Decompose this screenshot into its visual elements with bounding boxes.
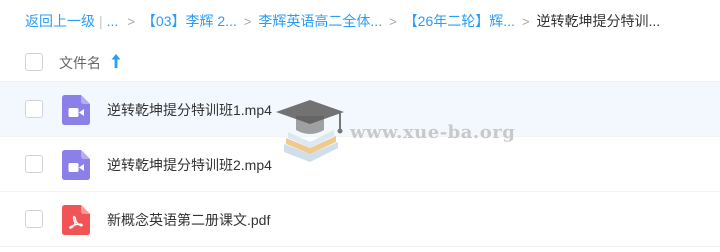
- breadcrumb-item-current: 逆转乾坤提分特训...: [536, 13, 661, 29]
- breadcrumb-separator: >: [389, 13, 397, 29]
- file-name[interactable]: 逆转乾坤提分特训班1.mp4: [107, 100, 272, 120]
- sort-ascending-icon[interactable]: [110, 52, 122, 70]
- breadcrumb-separator: >: [127, 13, 135, 29]
- breadcrumb-item-folder-1[interactable]: 【03】李辉 2...: [142, 11, 237, 31]
- pdf-file-icon: [62, 205, 90, 235]
- video-file-icon: [62, 95, 90, 125]
- file-row[interactable]: 逆转乾坤提分特训班1.mp4: [0, 82, 720, 137]
- file-name[interactable]: 逆转乾坤提分特训班2.mp4: [107, 155, 272, 175]
- row-checkbox[interactable]: [25, 210, 43, 228]
- file-row[interactable]: 新概念英语第二册课文.pdf: [0, 192, 720, 247]
- select-all-checkbox[interactable]: [25, 53, 43, 71]
- column-header-filename[interactable]: 文件名: [59, 53, 101, 73]
- breadcrumb-item-folder-3[interactable]: 【26年二轮】辉...: [404, 11, 515, 31]
- breadcrumb: 返回上一级 | ... > 【03】李辉 2... > 李辉英语高二全体... …: [0, 0, 720, 42]
- back-link[interactable]: 返回上一级: [25, 11, 95, 31]
- file-name[interactable]: 新概念英语第二册课文.pdf: [107, 210, 270, 230]
- video-file-icon: [62, 150, 90, 180]
- breadcrumb-item-folder-2[interactable]: 李辉英语高二全体...: [258, 11, 382, 31]
- row-checkbox[interactable]: [25, 100, 43, 118]
- row-checkbox[interactable]: [25, 155, 43, 173]
- file-row[interactable]: 逆转乾坤提分特训班2.mp4: [0, 137, 720, 192]
- breadcrumb-ellipsis[interactable]: ...: [107, 13, 119, 29]
- file-list-header: 文件名: [0, 42, 720, 82]
- breadcrumb-separator: >: [521, 13, 530, 29]
- breadcrumb-separator: >: [243, 13, 252, 29]
- breadcrumb-pipe: |: [99, 13, 103, 29]
